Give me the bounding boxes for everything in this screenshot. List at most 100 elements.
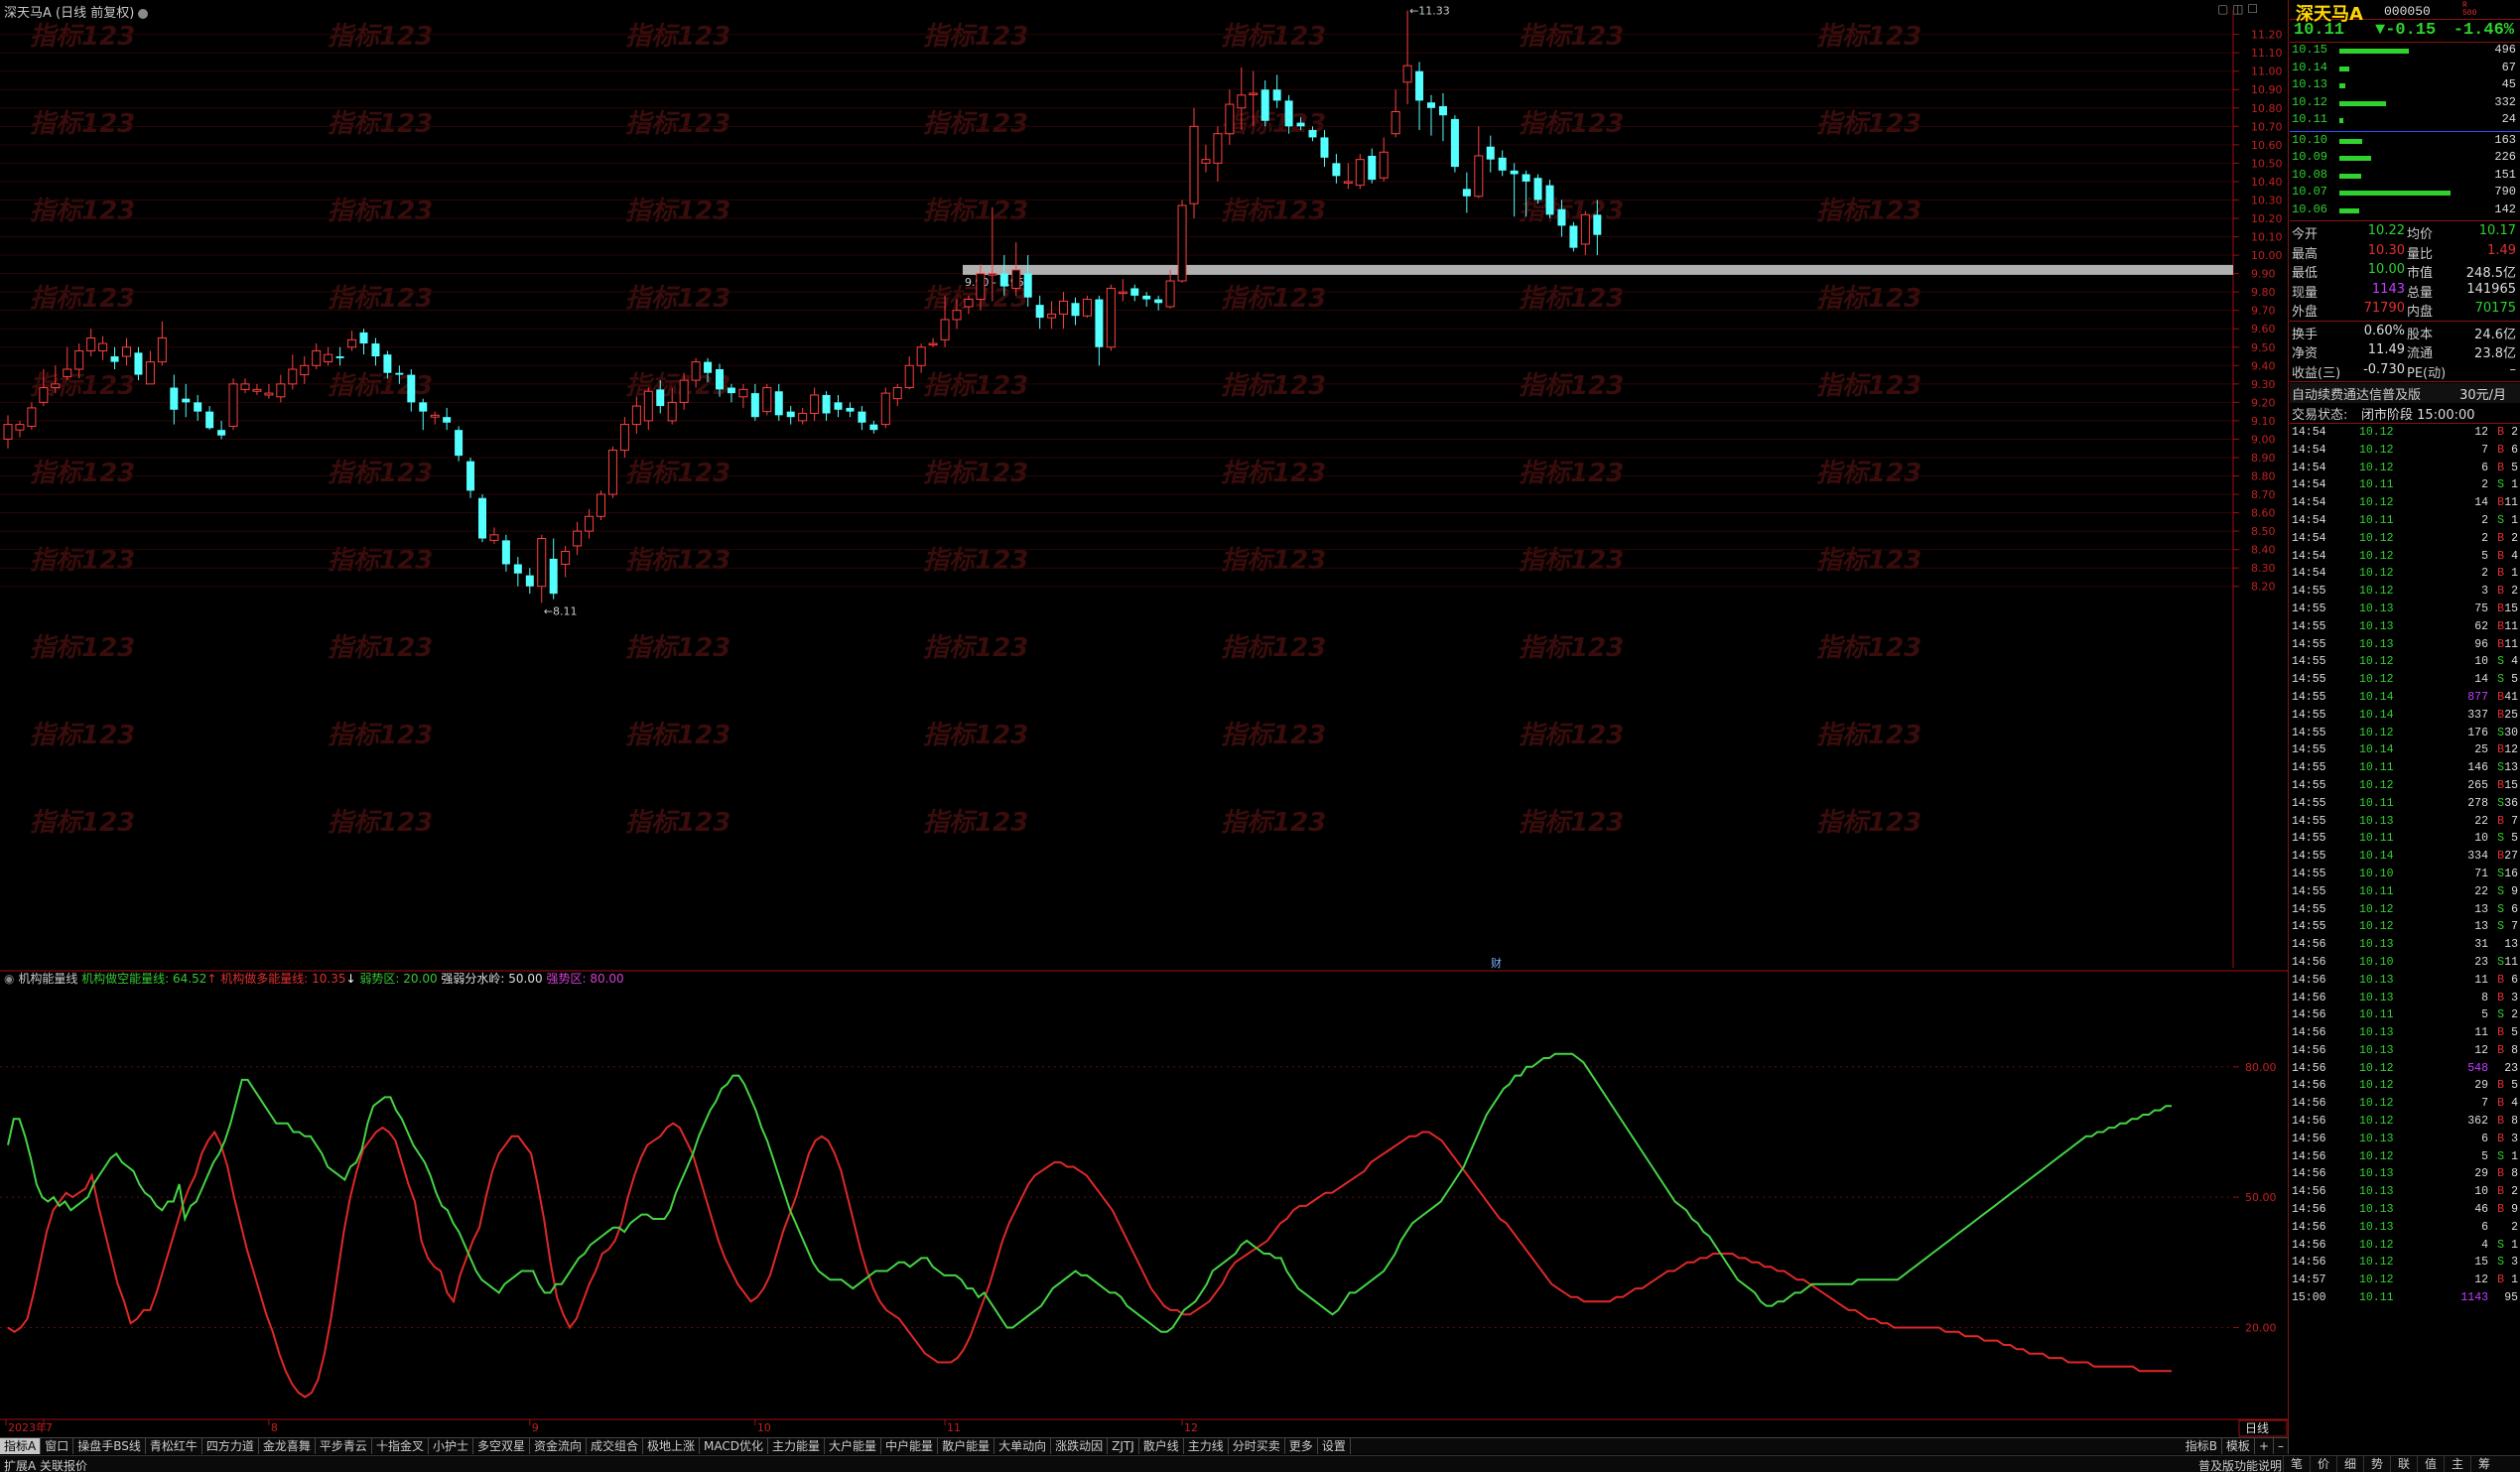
- candle[interactable]: [1450, 115, 1459, 173]
- candle[interactable]: [145, 350, 155, 385]
- candle[interactable]: [846, 402, 855, 418]
- candle[interactable]: [1059, 292, 1069, 330]
- candle[interactable]: [1462, 172, 1471, 213]
- candle[interactable]: [1201, 144, 1211, 173]
- kline-chart[interactable]: 指标123 指标123 指标123 指标123 指标123 指标123 指标123 指标123…: [0, 0, 2289, 1439]
- candle[interactable]: [1569, 221, 1578, 252]
- candle[interactable]: [858, 406, 866, 431]
- candle[interactable]: [1130, 284, 1139, 302]
- candle[interactable]: [1343, 163, 1353, 190]
- indicator-tab[interactable]: 涨跌动因: [1051, 1438, 1109, 1454]
- candle[interactable]: [1272, 74, 1281, 108]
- tick-list[interactable]: 14:54 10.12 12 B 2 14:54 10.12 7 B 6 14:54 10.12 6 B 5…: [2290, 425, 2520, 1308]
- candle[interactable]: [217, 420, 226, 440]
- candle[interactable]: [822, 391, 831, 421]
- candle[interactable]: [928, 337, 938, 347]
- finance-marker[interactable]: 财: [1491, 956, 1502, 970]
- order-book-row[interactable]: 10.08 151: [2290, 168, 2520, 186]
- candle[interactable]: [276, 374, 286, 403]
- ad-text[interactable]: 自动续费通达信普及版: [2292, 384, 2421, 403]
- candle[interactable]: [1438, 92, 1447, 142]
- candle[interactable]: [643, 387, 653, 431]
- candle[interactable]: [1047, 301, 1057, 330]
- ad-banner[interactable]: 自动续费通达信普及版 30元/月: [2290, 383, 2520, 403]
- indicator-tab[interactable]: 十指金叉: [372, 1438, 429, 1454]
- indicator-tab[interactable]: 散户能量: [938, 1438, 995, 1454]
- candle[interactable]: [1082, 295, 1092, 319]
- candle[interactable]: [170, 374, 179, 425]
- panel-mode-button[interactable]: 细: [2336, 1456, 2363, 1472]
- candle[interactable]: [501, 534, 510, 572]
- candle[interactable]: [134, 346, 143, 381]
- candle[interactable]: [1095, 295, 1104, 366]
- candle[interactable]: [205, 406, 214, 431]
- candle[interactable]: [1379, 137, 1389, 182]
- indicator-tab[interactable]: 青松红牛: [146, 1438, 202, 1454]
- candle[interactable]: [371, 337, 380, 366]
- status-mid-text[interactable]: 普及版功能说明: [2198, 1457, 2282, 1472]
- candle[interactable]: [762, 383, 772, 416]
- candle[interactable]: [1177, 200, 1187, 283]
- indicator-tab[interactable]: 成交组合: [587, 1438, 644, 1454]
- candle[interactable]: [335, 346, 344, 366]
- candle[interactable]: [194, 394, 202, 421]
- status-left-text[interactable]: 扩展A 关联报价: [4, 1457, 87, 1472]
- period-label[interactable]: 日线: [2245, 1421, 2269, 1435]
- candle[interactable]: [157, 321, 167, 366]
- candle[interactable]: [1402, 10, 1412, 105]
- candle[interactable]: [98, 335, 108, 360]
- candle[interactable]: [1510, 163, 1519, 217]
- candle[interactable]: [1498, 150, 1507, 177]
- indicator-tab[interactable]: 小护士: [429, 1438, 473, 1454]
- candle[interactable]: [513, 557, 522, 587]
- indicator-tab[interactable]: 大单动向: [995, 1438, 1052, 1454]
- order-book-row[interactable]: 10.14 67: [2290, 61, 2520, 78]
- candle[interactable]: [1165, 269, 1175, 309]
- candle[interactable]: [1213, 126, 1223, 182]
- indicator-tab[interactable]: ZJTJ: [1108, 1438, 1139, 1454]
- candle[interactable]: [916, 343, 926, 373]
- tab-control[interactable]: –: [2274, 1438, 2289, 1454]
- candle[interactable]: [1533, 174, 1542, 204]
- panel-mode-button[interactable]: 势: [2363, 1456, 2390, 1472]
- candle[interactable]: [359, 329, 368, 355]
- candle[interactable]: [597, 490, 605, 520]
- indicator-name[interactable]: 机构能量线: [18, 972, 77, 986]
- indicator-tab[interactable]: MACD优化: [700, 1438, 769, 1454]
- candle[interactable]: [228, 378, 238, 431]
- candle[interactable]: [1106, 284, 1116, 351]
- candle[interactable]: [300, 356, 310, 384]
- tab-control[interactable]: 指标B: [2182, 1438, 2222, 1454]
- candle[interactable]: [1474, 126, 1484, 199]
- candle[interactable]: [466, 457, 475, 498]
- candle[interactable]: [324, 346, 333, 366]
- candle[interactable]: [1368, 148, 1377, 184]
- candle[interactable]: [1391, 89, 1400, 138]
- indicator-tab[interactable]: 散户线: [1139, 1438, 1184, 1454]
- candle[interactable]: [407, 369, 416, 412]
- candle[interactable]: [264, 383, 274, 399]
- tab-control[interactable]: 模板: [2222, 1438, 2255, 1454]
- panel-mode-button[interactable]: 主: [2444, 1456, 2470, 1472]
- candle[interactable]: [1154, 295, 1163, 311]
- indicator-tab[interactable]: 主力能量: [768, 1438, 826, 1454]
- order-book-row[interactable]: 10.07 790: [2290, 185, 2520, 202]
- indicator-tab[interactable]: 四方力道: [202, 1438, 259, 1454]
- indicator-tab[interactable]: 中户能量: [881, 1438, 939, 1454]
- order-book-row[interactable]: 10.09 226: [2290, 150, 2520, 168]
- indicator-tab[interactable]: 多空双星: [473, 1438, 530, 1454]
- candle[interactable]: [537, 534, 547, 603]
- candle[interactable]: [798, 407, 808, 425]
- order-book-row[interactable]: 10.11 24: [2290, 112, 2520, 130]
- candle[interactable]: [15, 420, 25, 438]
- indicator-tab[interactable]: 操盘手BS线: [73, 1438, 146, 1454]
- candle[interactable]: [1415, 62, 1424, 131]
- candle[interactable]: [86, 329, 96, 357]
- candle[interactable]: [1332, 154, 1341, 184]
- order-book-row[interactable]: 10.06 142: [2290, 202, 2520, 220]
- candle[interactable]: [525, 568, 534, 595]
- candle[interactable]: [904, 356, 914, 390]
- candle[interactable]: [430, 411, 440, 425]
- candle[interactable]: [834, 394, 843, 418]
- candle[interactable]: [252, 383, 262, 395]
